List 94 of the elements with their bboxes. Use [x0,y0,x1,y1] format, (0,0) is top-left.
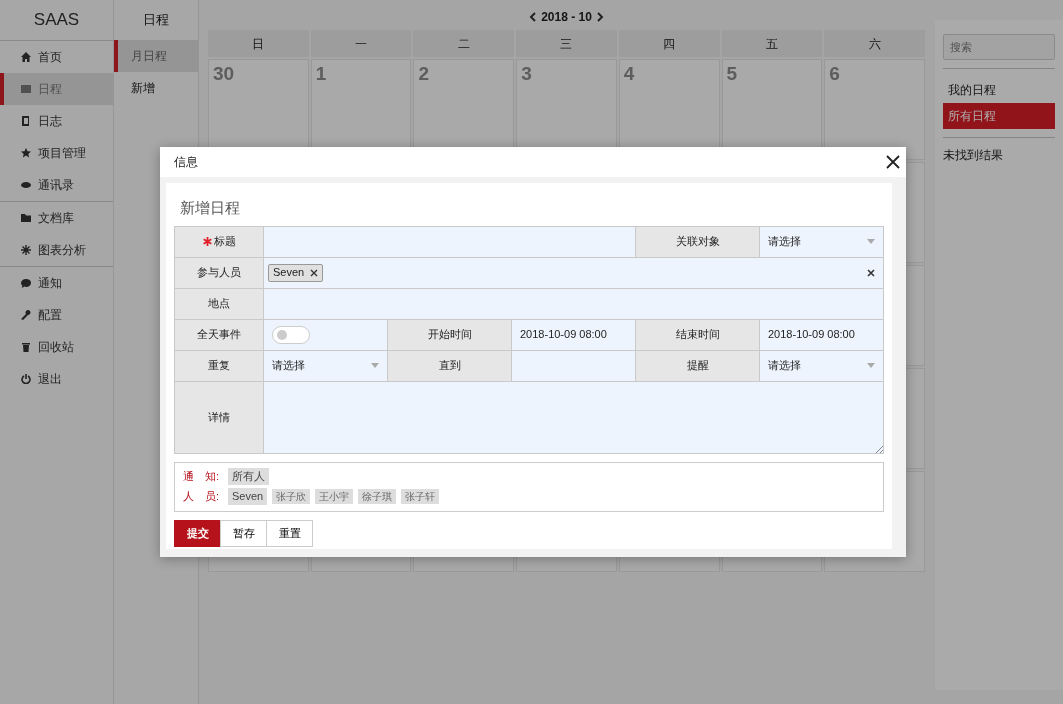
contacts-icon [21,180,31,190]
form-button[interactable]: 暂存 [220,519,267,547]
sidebar-item-label: 文档库 [38,210,74,227]
close-button[interactable] [886,155,900,169]
notice-label: 通 知: [183,469,221,485]
sidebar-item-label: 通讯录 [38,177,74,194]
document-icon [21,116,31,126]
person-chip: 徐子琪 [358,489,397,504]
weekday-header: 五 [721,30,823,57]
weekday-header: 二 [413,30,515,57]
field-label: 详情 [208,409,230,425]
subnav-item[interactable]: 新增 [114,72,198,104]
person-chip: Seven [228,488,268,505]
logo: SAAS [32,9,81,32]
home-icon [21,52,31,62]
select-value: 请选择 [768,358,801,374]
tag-label: Seven [273,265,305,281]
trash-icon [21,342,31,352]
sidebar-item[interactable]: 日志 [0,105,113,137]
folder-icon [21,213,31,223]
select-field[interactable]: 请选择 [760,226,884,258]
filter-item[interactable]: 所有日程 [943,103,1055,129]
field-label: 全天事件 [197,327,241,343]
sidebar-item[interactable]: 文档库 [0,202,113,234]
field-label: 标题 [213,234,236,250]
sidebar-item-label: 配置 [38,307,62,324]
sidebar-item[interactable]: 图表分析 [0,234,113,266]
sidebar-item[interactable]: 回收站 [0,331,113,363]
field-label: 参与人员 [197,265,241,281]
input-field[interactable] [264,288,884,320]
search-field[interactable]: 搜索 [943,34,1055,60]
select-value: 请选择 [768,234,801,250]
select-value: 请选择 [272,358,305,374]
next-month-icon[interactable] [595,12,604,22]
input-field[interactable]: 2018-10-09 08:00 [512,319,636,351]
sidebar-item-label: 退出 [38,371,62,388]
filter-item[interactable]: 我的日程 [943,77,1055,103]
input-field[interactable] [512,350,636,382]
sidebar-item-label: 通知 [38,275,62,292]
field-label: 地点 [208,296,230,312]
textarea-field[interactable] [264,381,884,454]
wrench-icon [21,310,31,320]
month-title: 2018 - 10 [541,9,592,26]
sidebar-item-label: 日程 [38,81,62,98]
sidebar-item[interactable]: 通知 [0,267,113,299]
form-button[interactable]: 重置 [266,519,313,547]
section-title: 日程 [142,11,170,30]
submit-button[interactable]: 提交 [174,519,221,547]
sidebar-item-label: 回收站 [38,339,74,356]
sidebar-item[interactable]: 退出 [0,363,113,395]
sidebar-item[interactable]: 项目管理 [0,137,113,169]
tag-input-field[interactable]: Seven [264,257,884,289]
field-label: 开始时间 [427,327,472,343]
weekday-header: 四 [618,30,720,57]
star-icon [21,148,31,158]
person-chip: 张子轩 [401,489,440,504]
sidebar-item[interactable]: 通讯录 [0,169,113,201]
form-title: 新增日程 [180,198,241,218]
toggle-switch[interactable] [272,325,310,344]
sidebar-item-label: 首页 [38,49,62,66]
snowflake-icon [21,245,31,255]
input-field[interactable]: 2018-10-09 08:00 [760,319,884,351]
field-label: 关联对象 [675,234,720,250]
weekday-header: 三 [516,30,617,57]
sidebar-item-label: 日志 [38,113,62,130]
dialog-title: 信息 [174,154,198,171]
calendar-icon [21,84,31,94]
caret-icon [867,239,875,244]
notice-label: 人 员: [183,489,221,505]
person-chip: 王小宇 [315,489,354,504]
power-icon [21,374,31,384]
weekday-header: 一 [310,30,412,57]
caret-icon [371,363,379,368]
previous-month-icon[interactable] [529,12,538,22]
chat-icon [21,278,31,288]
empty-message: 未找到结果 [943,147,1004,164]
remove-tag-icon[interactable] [310,268,319,277]
sidebar-item[interactable]: 首页 [0,41,113,73]
clear-icon[interactable] [867,268,875,277]
field-label: 重复 [208,358,230,374]
person-chip: 张子欣 [272,489,311,504]
sidebar-item[interactable]: 配置 [0,299,113,331]
input-field[interactable] [264,226,636,258]
field-label: 直到 [438,358,461,374]
person-chip: 所有人 [228,468,269,485]
select-field[interactable]: 请选择 [760,350,884,382]
field-label: 提醒 [686,358,709,374]
sidebar-item-label: 项目管理 [38,145,86,162]
field-label: 结束时间 [675,327,720,343]
sidebar-item-label: 图表分析 [38,242,86,259]
weekday-header: 日 [208,30,309,57]
select-field[interactable]: 请选择 [264,350,388,382]
resize-handle-icon[interactable] [875,444,883,453]
weekday-header: 六 [824,30,925,57]
